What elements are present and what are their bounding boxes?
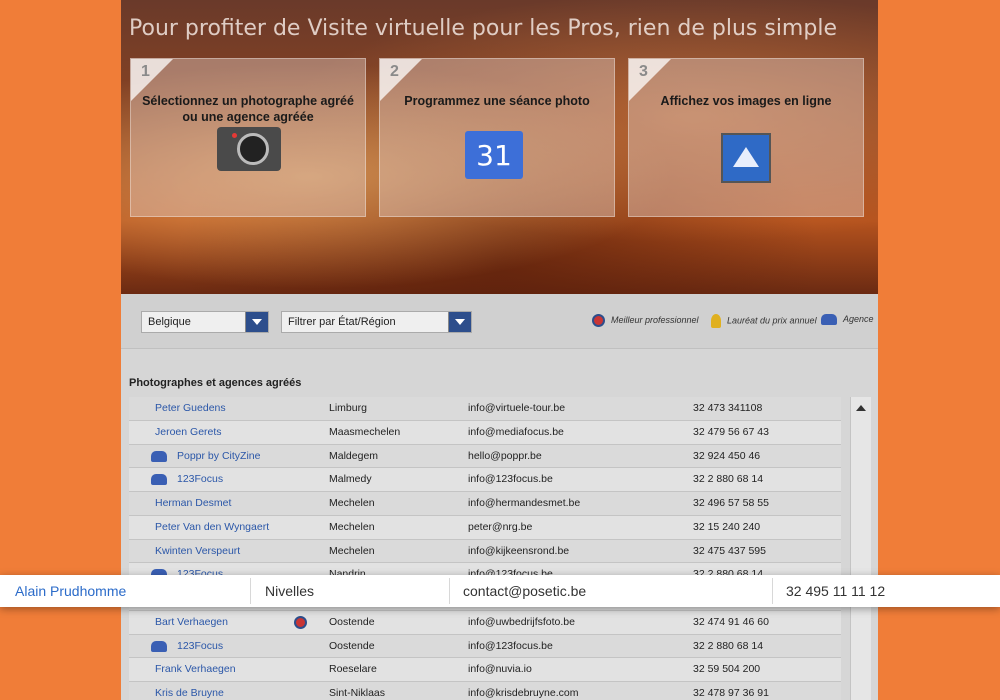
table-row[interactable]: Kwinten Verspeurt Mechelen info@kijkeensro… <box>129 539 841 564</box>
row-name[interactable]: Jeroen Gerets <box>155 421 222 443</box>
medal-icon <box>711 314 721 328</box>
image-icon <box>721 133 771 183</box>
row-email[interactable]: info@virtuele-tour.be <box>468 397 565 419</box>
row-phone: 32 474 91 46 60 <box>693 615 769 628</box>
legend-laureate: Lauréat du prix annuel <box>711 314 817 328</box>
row-city: Maasmechelen <box>329 425 401 438</box>
scroll-up-icon[interactable] <box>856 405 866 411</box>
step-card-3: 3 Affichez vos images en ligne <box>628 58 864 217</box>
row-phone: 32 475 437 595 <box>693 544 766 557</box>
table-row[interactable]: Peter Guedens Limburg info@virtuele-tour.b… <box>129 397 841 421</box>
highlight-name[interactable]: Alain Prudhomme <box>15 575 126 607</box>
camera-icon <box>217 127 281 171</box>
country-select[interactable]: Belgique <box>141 311 269 333</box>
table-scrollbar[interactable] <box>850 397 871 700</box>
row-phone: 32 59 504 200 <box>693 663 761 676</box>
row-city: Roeselare <box>329 663 377 676</box>
legend-agency: Agence <box>821 314 874 326</box>
row-phone: 32 924 450 46 <box>693 449 761 462</box>
row-phone: 32 478 97 36 91 <box>693 687 769 699</box>
row-city: Mechelen <box>329 520 375 533</box>
row-city: Mechelen <box>329 497 375 509</box>
step-text: Sélectionnez un photographe agréé ou une… <box>142 94 354 124</box>
row-phone: 32 496 57 58 55 <box>693 497 769 509</box>
row-phone: 32 2 880 68 14 <box>693 473 764 486</box>
highlight-phone: 32 495 11 11 12 <box>786 583 886 599</box>
agency-icon <box>151 474 167 486</box>
row-email[interactable]: info@krisdebruyne.com <box>468 682 578 700</box>
highlight-city: Nivelles <box>265 583 315 599</box>
row-email[interactable]: peter@nrg.be <box>468 516 532 538</box>
row-city: Maldegem <box>329 449 379 462</box>
hero-title: Pour profiter de Visite virtuelle pour l… <box>129 16 837 41</box>
agency-icon <box>151 450 167 462</box>
row-email[interactable]: info@kijkeensrond.be <box>468 540 569 562</box>
row-city: Sint-Niklaas <box>329 687 386 699</box>
row-name[interactable]: Herman Desmet <box>155 492 231 514</box>
step-text: Affichez vos images en ligne <box>660 94 832 108</box>
region-select[interactable]: Filtrer par État/Région <box>281 311 472 333</box>
row-name[interactable]: 123Focus <box>177 635 223 657</box>
row-city: Malmedy <box>329 473 372 486</box>
agency-icon <box>151 640 167 652</box>
row-name[interactable]: Frank Verhaegen <box>155 658 236 680</box>
row-city: Oostende <box>329 639 375 652</box>
hero-banner: Pour profiter de Visite virtuelle pour l… <box>121 0 878 294</box>
row-name[interactable]: Peter Van den Wyngaert <box>155 516 269 538</box>
row-email[interactable]: hello@poppr.be <box>468 445 542 467</box>
row-city: Mechelen <box>329 544 375 557</box>
step-number: 2 <box>390 63 399 80</box>
filter-bar: Belgique Filtrer par État/Région Meilleu… <box>121 294 878 349</box>
agency-icon <box>821 314 837 326</box>
row-name[interactable]: Peter Guedens <box>155 397 226 419</box>
step-number: 1 <box>141 63 150 80</box>
row-name[interactable]: Poppr by CityZine <box>177 445 260 467</box>
row-name[interactable]: Kris de Bruyne <box>155 682 224 700</box>
table-row[interactable]: Bart Verhaegen Oostende info@uwbedrijfsfot… <box>129 610 841 635</box>
step-text: Programmez une séance photo <box>404 94 590 108</box>
chevron-down-icon[interactable] <box>448 312 471 332</box>
step-card-1: 1 Sélectionnez un photographe agréé ou u… <box>130 58 366 217</box>
row-email[interactable]: info@mediafocus.be <box>468 421 564 443</box>
table-row[interactable]: 123Focus Oostende info@123focus.be 32 2 880… <box>129 634 841 659</box>
row-email[interactable]: info@123focus.be <box>468 635 553 657</box>
award-badge-icon <box>294 615 307 629</box>
table-row[interactable]: Peter Van den Wyngaert Mechelen peter@nrg.… <box>129 515 841 540</box>
step-card-2: 2 Programmez une séance photo 31 <box>379 58 615 217</box>
row-name[interactable]: Kwinten Verspeurt <box>155 540 240 562</box>
highlight-email[interactable]: contact@posetic.be <box>463 575 586 607</box>
row-phone: 32 479 56 67 43 <box>693 425 769 438</box>
table-row[interactable]: Poppr by CityZine Maldegem hello@poppr.be 3… <box>129 444 841 469</box>
row-phone: 32 15 240 240 <box>693 520 761 533</box>
row-email[interactable]: info@uwbedrijfsfoto.be <box>468 611 575 633</box>
table-row[interactable]: 123Focus Malmedy info@123focus.be 32 2 880 … <box>129 468 841 492</box>
row-phone: 32 473 341108 <box>693 402 763 414</box>
row-city: Oostende <box>329 615 375 628</box>
row-email[interactable]: info@123focus.be <box>468 468 553 490</box>
photographer-table: Peter Guedens Limburg info@virtuele-tour.b… <box>129 397 841 700</box>
row-email[interactable]: info@nuvia.io <box>468 658 532 680</box>
section-title: Photographes et agences agréés <box>129 377 302 389</box>
legend-best: Meilleur professionnel <box>592 314 699 327</box>
calendar-icon: 31 <box>465 131 523 179</box>
row-name[interactable]: Bart Verhaegen <box>155 611 228 633</box>
highlighted-row[interactable]: Alain Prudhomme Nivelles contact@posetic… <box>0 575 1000 607</box>
row-phone: 32 2 880 68 14 <box>693 639 764 652</box>
table-row[interactable]: Jeroen Gerets Maasmechelen info@mediafocus… <box>129 420 841 445</box>
table-row[interactable]: Frank Verhaegen Roeselare info@nuvia.io 32 … <box>129 658 841 682</box>
award-badge-icon <box>592 314 605 327</box>
row-city: Limburg <box>329 402 367 414</box>
table-row[interactable]: Kris de Bruyne Sint-Niklaas info@krisdebru… <box>129 682 841 700</box>
row-name[interactable]: 123Focus <box>177 468 223 490</box>
chevron-down-icon[interactable] <box>245 312 268 332</box>
row-email[interactable]: info@hermandesmet.be <box>468 492 580 514</box>
step-number: 3 <box>639 63 648 80</box>
table-row[interactable]: Herman Desmet Mechelen info@hermandesmet.b… <box>129 492 841 516</box>
